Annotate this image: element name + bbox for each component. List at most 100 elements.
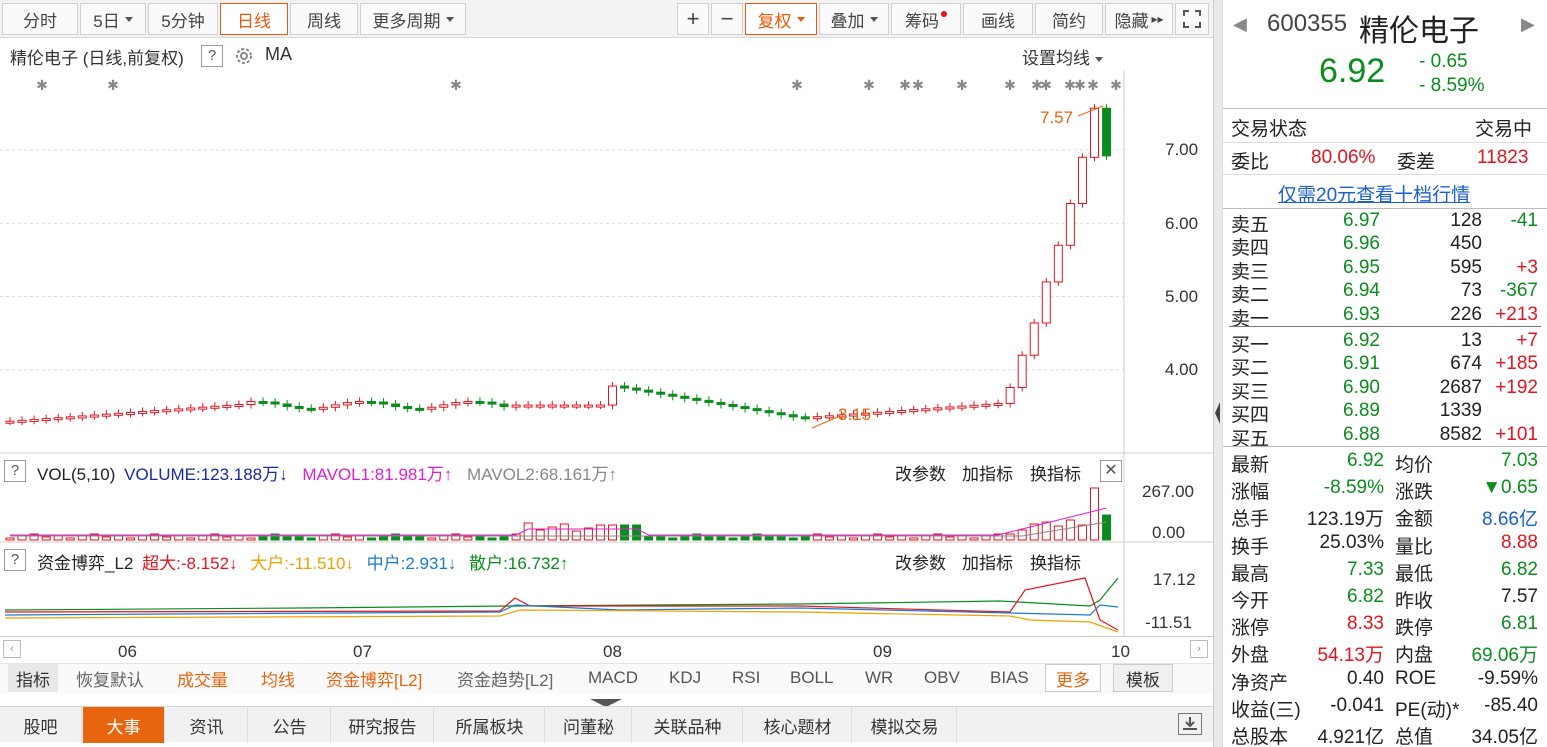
price-tick: 4.00	[1165, 360, 1199, 379]
candle	[282, 403, 292, 407]
candle	[656, 391, 666, 395]
tab-events[interactable]: 大事	[83, 707, 165, 743]
volume-bar	[499, 535, 509, 541]
volume-bar	[824, 536, 834, 541]
tab-announcements[interactable]: 公告	[249, 707, 331, 743]
volume-bar	[101, 536, 111, 541]
candle	[824, 415, 834, 419]
collapse-handle-icon[interactable]	[590, 694, 622, 707]
orderbook-price: 6.88	[1343, 423, 1380, 445]
orderbook-change: +213	[1495, 303, 1538, 325]
orderbook-price: 6.97	[1343, 210, 1380, 231]
fund-edit-params[interactable]: 改参数	[895, 549, 946, 574]
volume-bar	[282, 536, 292, 541]
help-icon[interactable]: ?	[4, 549, 26, 571]
tab-5day[interactable]: 5日	[80, 3, 146, 35]
stat-value: 7.33	[1347, 558, 1384, 580]
event-marker-icon: ✱	[899, 77, 911, 93]
tab-research[interactable]: 研究报告	[332, 707, 434, 743]
candle	[1053, 244, 1063, 283]
more-periods-label: 更多周期	[372, 11, 441, 31]
zoom-out-button[interactable]: −	[711, 3, 743, 35]
indicator-more-button[interactable]: 更多	[1045, 664, 1101, 692]
tab-sim-trade[interactable]: 模拟交易	[853, 707, 957, 743]
volume-bar	[318, 535, 328, 541]
indicator-wr[interactable]: WR	[865, 664, 893, 692]
fund-switch-indicator[interactable]: 换指标	[1030, 549, 1081, 574]
vol-axis-top: 267.00	[1142, 482, 1194, 501]
scroll-right-icon[interactable]: ›	[1190, 640, 1208, 658]
stat-label: PE(动)*	[1395, 699, 1460, 721]
volume-bar	[728, 537, 738, 541]
panel-splitter[interactable]	[1213, 0, 1222, 747]
tab-weekly[interactable]: 周线	[290, 3, 358, 35]
template-button[interactable]: 模板	[1113, 664, 1173, 692]
weicha-value: 11823	[1477, 147, 1529, 168]
vol-add-indicator[interactable]: 加指标	[962, 460, 1013, 485]
indicator-obv[interactable]: OBV	[924, 664, 960, 692]
candle	[258, 400, 268, 404]
orderbook-volume: 8582	[1439, 423, 1482, 445]
indicator-ma[interactable]: 均线	[261, 664, 295, 692]
indicator-fund-trend[interactable]: 资金趋势[L2]	[457, 664, 553, 692]
candle	[342, 402, 352, 406]
tab-5min[interactable]: 5分钟	[148, 3, 218, 35]
indicator-rsi[interactable]: RSI	[732, 664, 760, 692]
indicator-boll[interactable]: BOLL	[790, 664, 833, 692]
candle	[318, 406, 328, 410]
close-icon[interactable]: ✕	[1100, 460, 1122, 482]
candle	[270, 401, 280, 405]
next-stock-icon[interactable]: ▶	[1521, 14, 1535, 35]
fullscreen-icon[interactable]	[1175, 3, 1209, 35]
volume-bar	[1077, 524, 1087, 541]
indicator-volume[interactable]: 成交量	[177, 664, 228, 692]
indicator-reset[interactable]: 恢复默认	[76, 664, 144, 692]
chips-label: 筹码	[905, 11, 939, 31]
tab-news[interactable]: 资讯	[166, 707, 248, 743]
candle	[499, 403, 509, 408]
stat-value: 6.82	[1501, 558, 1538, 580]
candle	[306, 407, 316, 411]
scroll-left-icon[interactable]: ‹	[3, 640, 21, 658]
ma-setting-button[interactable]: 设置均线	[1022, 44, 1103, 69]
candle	[535, 404, 545, 408]
volume-bar	[1090, 487, 1099, 541]
indicator-macd[interactable]: MACD	[588, 664, 638, 692]
draw-button[interactable]: 画线	[963, 3, 1033, 35]
indicator-bias[interactable]: BIAS	[990, 664, 1029, 692]
tab-ask-secretary[interactable]: 问董秘	[546, 707, 632, 743]
vol-switch-indicator[interactable]: 换指标	[1030, 460, 1081, 485]
overlay-button[interactable]: 叠加	[819, 3, 889, 35]
stat-label: 内盘	[1395, 645, 1434, 667]
tab-core-themes[interactable]: 核心题材	[744, 707, 852, 743]
level10-link[interactable]: 仅需20元查看十档行情	[1278, 180, 1470, 207]
tab-daily[interactable]: 日线	[220, 3, 288, 35]
indicator-kdj[interactable]: KDJ	[669, 664, 701, 692]
tab-related[interactable]: 关联品种	[633, 707, 743, 743]
chips-button[interactable]: 筹码	[891, 3, 961, 35]
minimize-panel-icon[interactable]	[1178, 713, 1202, 735]
candle	[957, 405, 967, 409]
candle	[29, 418, 39, 422]
fund-add-indicator[interactable]: 加指标	[962, 549, 1013, 574]
tab-intraday[interactable]: 分时	[2, 3, 78, 35]
prev-stock-icon[interactable]: ◀	[1233, 14, 1247, 35]
fuquan-button[interactable]: 复权	[745, 3, 817, 35]
gear-icon[interactable]	[232, 44, 256, 73]
tab-more-periods[interactable]: 更多周期	[360, 3, 466, 35]
help-icon[interactable]: ?	[4, 460, 26, 482]
simple-button[interactable]: 简约	[1035, 3, 1103, 35]
orderbook-volume: 450	[1450, 233, 1482, 255]
tab-sectors[interactable]: 所属板块	[435, 707, 545, 743]
zoom-in-button[interactable]: +	[677, 3, 709, 35]
hide-button[interactable]: 隐藏 ▸▸	[1105, 3, 1173, 35]
orderbook-volume: 226	[1450, 303, 1482, 325]
tab-guba[interactable]: 股吧	[0, 707, 82, 743]
candle	[451, 402, 461, 406]
splitter-arrow-icon[interactable]	[1213, 398, 1222, 428]
vol-edit-params[interactable]: 改参数	[895, 460, 946, 485]
help-icon[interactable]: ?	[201, 45, 223, 67]
vol-mavol1: MAVOL1:81.981万	[302, 465, 444, 484]
volume-bar	[945, 536, 955, 541]
indicator-fund-game[interactable]: 资金博弈[L2]	[326, 664, 422, 692]
